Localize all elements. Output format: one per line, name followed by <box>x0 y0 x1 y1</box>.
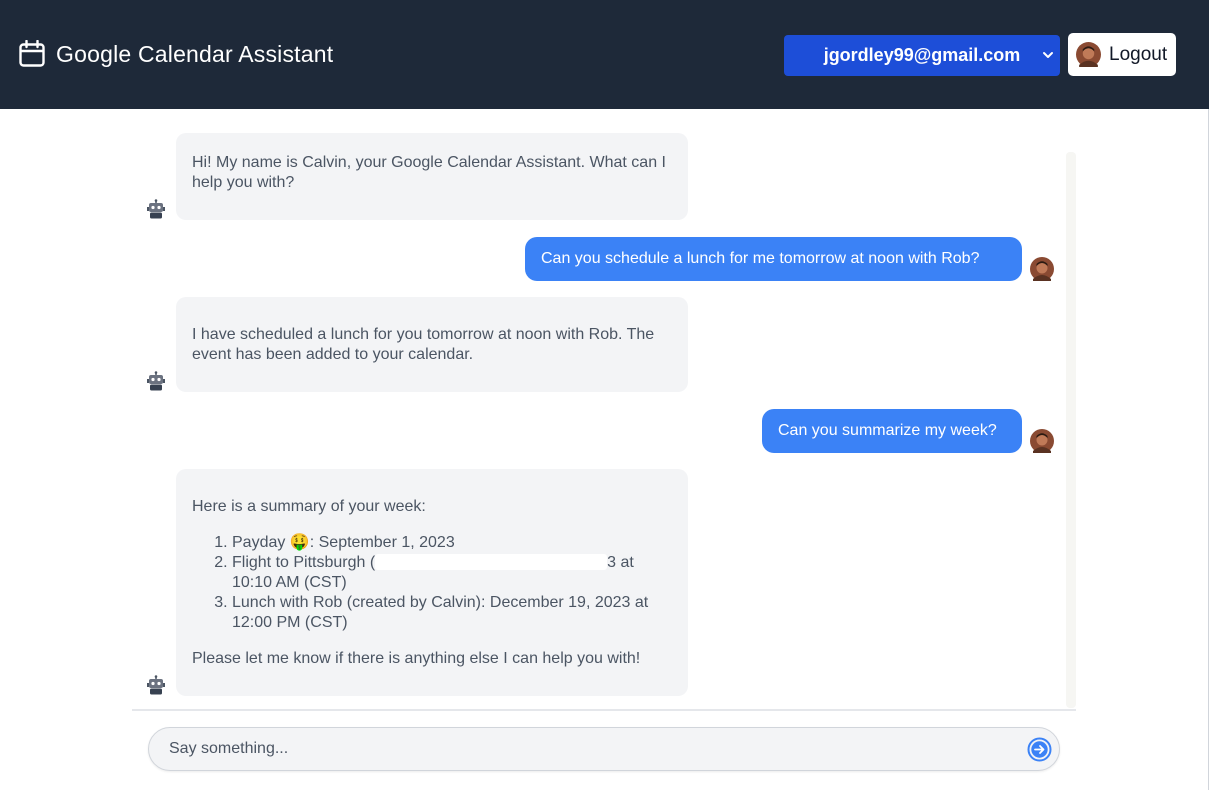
chat-scrollbar[interactable] <box>1066 152 1076 708</box>
logout-button[interactable]: Logout <box>1068 33 1176 76</box>
message-composer <box>148 727 1060 771</box>
user-message: Can you schedule a lunch for me tomorrow… <box>525 237 1022 281</box>
user-avatar-icon <box>1030 429 1054 453</box>
bot-message: I have scheduled a lunch for you tomorro… <box>176 297 688 392</box>
send-arrow-icon[interactable] <box>1027 737 1052 762</box>
user-avatar-icon <box>1030 257 1054 281</box>
summary-item: Payday 🤑: September 1, 2023 <box>232 533 672 553</box>
calendar-icon <box>19 40 45 67</box>
bot-message-text: I have scheduled a lunch for you tomorro… <box>192 326 655 363</box>
account-email: jgordley99@gmail.com <box>823 45 1021 65</box>
message-input[interactable] <box>169 728 1019 770</box>
brand: Google Calendar Assistant <box>19 40 333 68</box>
money-face-emoji: 🤑 <box>289 534 310 551</box>
bot-message: Here is a summary of your week: Payday 🤑… <box>176 469 688 696</box>
app-header: Google Calendar Assistant jgordley99@gma… <box>0 0 1209 109</box>
robot-icon <box>147 675 165 695</box>
summary-outro: Please let me know if there is anything … <box>192 650 641 667</box>
robot-icon <box>147 199 165 219</box>
composer-divider <box>132 709 1076 711</box>
bot-message: Hi! My name is Calvin, your Google Calen… <box>176 133 688 220</box>
robot-icon <box>147 371 165 391</box>
summary-list: Payday 🤑: September 1, 2023 Flight to Pi… <box>232 533 672 633</box>
summary-intro: Here is a summary of your week: <box>192 498 426 515</box>
account-select[interactable]: jgordley99@gmail.com <box>784 35 1060 76</box>
user-message-text: Can you summarize my week? <box>778 422 997 439</box>
summary-item: Flight to Pittsburgh (3 at 10:10 AM (CST… <box>232 553 672 593</box>
app-title: Google Calendar Assistant <box>56 41 334 67</box>
redacted-text <box>375 554 608 570</box>
summary-item: Lunch with Rob (created by Calvin): Dece… <box>232 593 672 633</box>
user-message: Can you summarize my week? <box>762 409 1022 453</box>
avatar <box>1076 42 1101 67</box>
logout-label: Logout <box>1109 43 1168 65</box>
bot-message-text: Hi! My name is Calvin, your Google Calen… <box>192 154 666 191</box>
user-message-text: Can you schedule a lunch for me tomorrow… <box>541 250 980 267</box>
chevron-down-icon <box>1043 52 1053 58</box>
